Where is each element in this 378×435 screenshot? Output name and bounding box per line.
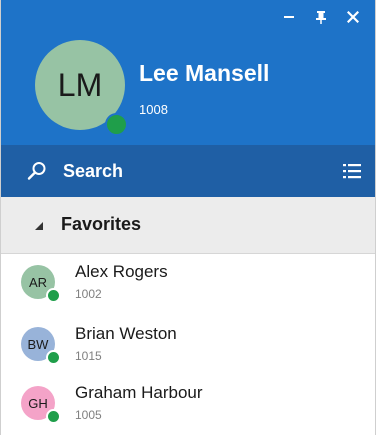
user-extension: 1008 <box>139 102 168 117</box>
favorites-section-header[interactable]: Favorites <box>1 197 375 254</box>
close-icon <box>347 11 359 23</box>
contact-extension: 1002 <box>75 287 102 301</box>
search-bar[interactable]: Search <box>1 145 375 197</box>
contact-name: Alex Rogers <box>75 262 168 281</box>
user-presence-indicator <box>105 113 128 136</box>
contact-initials: BW <box>27 336 49 352</box>
presence-indicator <box>46 350 61 365</box>
list-menu-icon[interactable] <box>341 161 363 181</box>
contact-item[interactable]: AR Alex Rogers 1002 <box>1 254 375 310</box>
user-initials: LM <box>57 66 103 103</box>
contact-initials: GH <box>28 395 48 411</box>
search-icon <box>27 162 46 180</box>
minimize-icon <box>284 16 294 18</box>
presence-indicator <box>46 288 61 303</box>
contact-item[interactable]: BW Brian Weston 1015 <box>1 316 375 372</box>
contact-item[interactable]: GH Graham Harbour 1005 <box>1 375 375 431</box>
section-title: Favorites <box>61 214 142 234</box>
user-header: LM Lee Mansell 1008 <box>1 0 375 145</box>
contact-extension: 1015 <box>75 349 102 363</box>
user-name: Lee Mansell <box>139 60 270 86</box>
contact-name: Graham Harbour <box>75 383 203 402</box>
triangle-collapse-icon <box>35 222 43 230</box>
close-button[interactable] <box>337 6 369 28</box>
search-label: Search <box>63 161 124 181</box>
contact-name: Brian Weston <box>75 324 177 343</box>
pin-icon <box>316 11 326 24</box>
contact-extension: 1005 <box>75 408 102 422</box>
contact-initials: AR <box>28 274 48 290</box>
window-controls <box>273 6 369 28</box>
app-window: LM Lee Mansell 1008 Search Favorites AR <box>0 0 376 435</box>
pin-button[interactable] <box>305 6 337 28</box>
presence-indicator <box>46 409 61 424</box>
minimize-button[interactable] <box>273 6 305 28</box>
